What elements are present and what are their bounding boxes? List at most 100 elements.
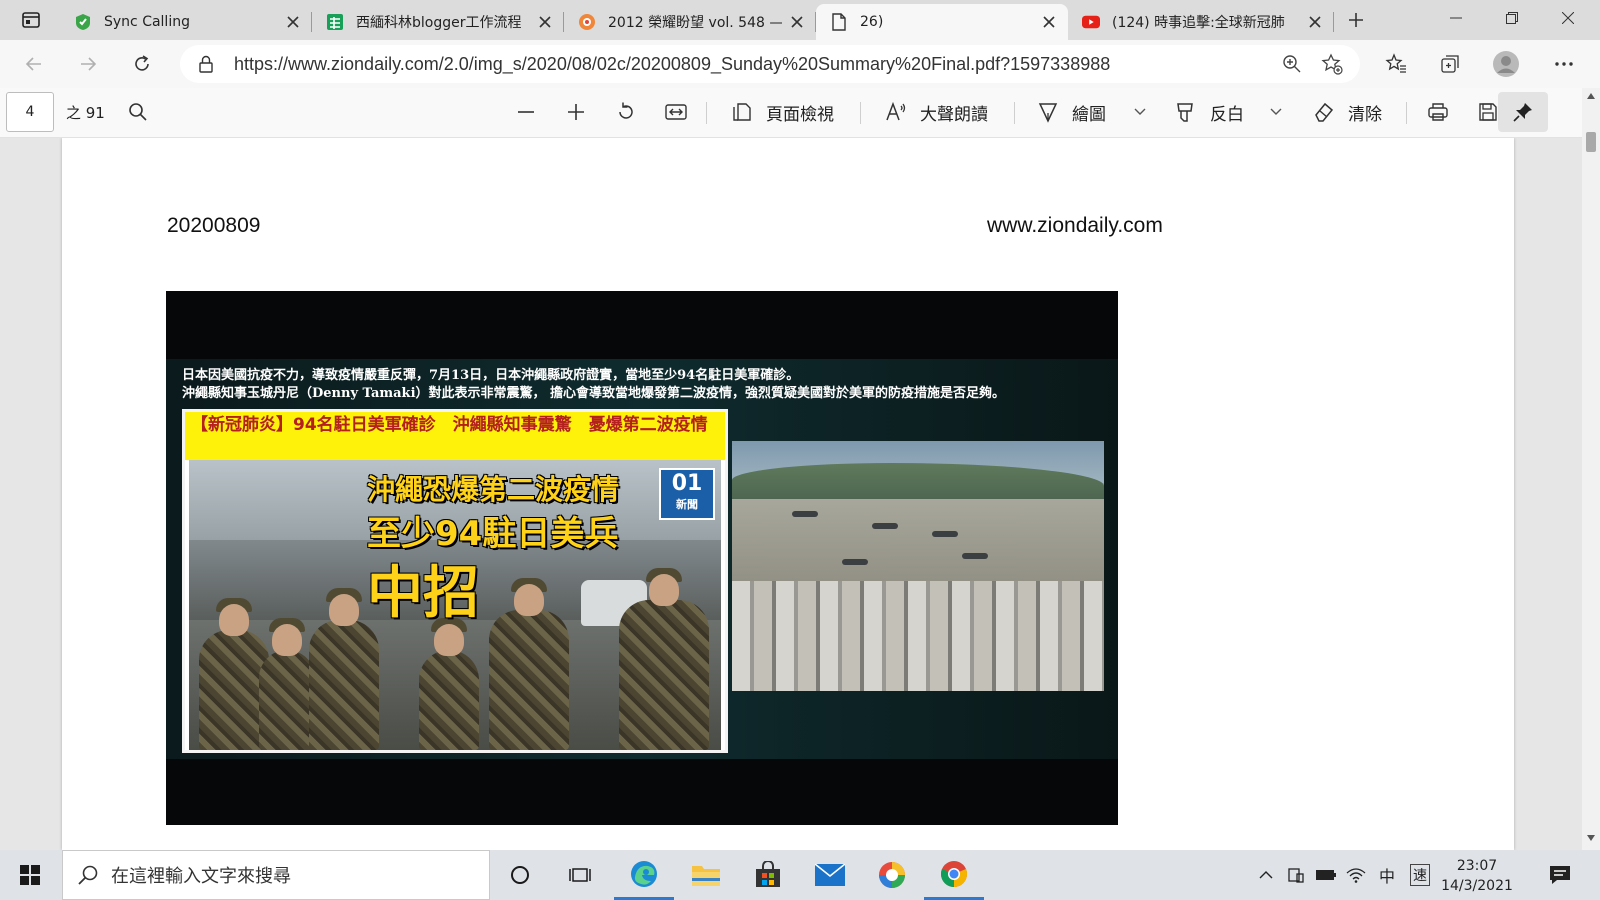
tab-sync-calling[interactable]: Sync Calling	[60, 4, 312, 40]
taskbar-search-box[interactable]: 在這裡輸入文字來搜尋	[62, 850, 490, 900]
find-button[interactable]	[124, 97, 152, 127]
tab-pdf-active[interactable]: 26)	[816, 4, 1068, 40]
zoom-out-button[interactable]	[512, 97, 540, 127]
tab-title: (124) 時事追擊:全球新冠肺	[1112, 15, 1285, 31]
restore-button[interactable]	[1484, 0, 1540, 36]
close-tab-icon[interactable]	[284, 13, 302, 31]
close-tab-icon[interactable]	[1306, 13, 1324, 31]
aircraft-shape	[962, 553, 988, 559]
zoom-button[interactable]	[1272, 48, 1312, 80]
zoom-in-button[interactable]	[562, 97, 590, 127]
action-center-button[interactable]	[1540, 850, 1580, 900]
page-view-button[interactable]: 頁面檢視	[728, 97, 834, 127]
navigation-bar: https://www.ziondaily.com/2.0/img_s/2020…	[0, 40, 1600, 88]
close-tab-icon[interactable]	[536, 13, 554, 31]
edge-browser-icon	[631, 860, 657, 887]
highlight-button[interactable]: 反白	[1172, 97, 1244, 127]
store-button[interactable]	[738, 850, 798, 900]
pdf-viewer[interactable]: 20200809 www.ziondaily.com 日本因美國抗疫不力，導致疫…	[0, 138, 1600, 850]
forward-button[interactable]	[72, 48, 104, 80]
pin-toolbar-button[interactable]	[1498, 92, 1548, 132]
print-button[interactable]	[1424, 97, 1452, 127]
minimize-button[interactable]	[1428, 0, 1484, 36]
settings-more-button[interactable]	[1548, 48, 1580, 80]
chevron-down-icon	[1126, 98, 1154, 126]
wifi-tray-icon[interactable]	[1342, 850, 1370, 900]
mail-icon	[815, 864, 845, 886]
page-number-input[interactable]: 4	[6, 92, 54, 132]
refresh-icon	[135, 55, 149, 71]
scroll-up-arrow[interactable]	[1585, 90, 1597, 102]
show-hidden-icons-button[interactable]	[1252, 850, 1280, 900]
scroll-thumb[interactable]	[1586, 132, 1596, 152]
tab-blogger-workflow[interactable]: 西緬科林blogger工作流程	[312, 4, 564, 40]
new-tab-button[interactable]	[1340, 6, 1372, 34]
close-icon	[1562, 12, 1574, 24]
tab-youtube[interactable]: (124) 時事追擊:全球新冠肺	[1068, 4, 1334, 40]
read-aloud-button[interactable]: 大聲朗讀	[882, 97, 988, 127]
logo-number: 01	[671, 471, 703, 496]
battery-tray-icon[interactable]	[1312, 850, 1340, 900]
cortana-button[interactable]	[496, 850, 544, 900]
document-icon	[830, 13, 848, 31]
lock-icon[interactable]	[196, 54, 216, 74]
erase-button[interactable]: 清除	[1310, 97, 1382, 127]
ime-language-indicator[interactable]: 中	[1374, 850, 1400, 900]
minimize-icon	[1450, 17, 1462, 19]
edge-taskbar-button[interactable]	[614, 850, 674, 900]
tab-title: 26)	[860, 14, 884, 30]
image-caption: 日本因美國抗疫不力，導致疫情嚴重反彈，7月13日，日本沖繩縣政府證實，當地至少9…	[182, 367, 1005, 403]
minus-icon	[512, 98, 540, 126]
search-icon	[78, 865, 98, 885]
folder-icon	[692, 866, 720, 886]
fit-to-width-button[interactable]	[662, 97, 690, 127]
add-favorite-button[interactable]	[1312, 48, 1352, 80]
soldier-figure	[619, 568, 709, 750]
forward-arrow-icon	[81, 57, 97, 71]
close-tab-icon[interactable]	[788, 13, 806, 31]
page-view-icon	[728, 98, 756, 126]
vertical-scrollbar[interactable]	[1582, 88, 1600, 850]
close-tab-icon[interactable]	[1040, 13, 1058, 31]
address-bar[interactable]: https://www.ziondaily.com/2.0/img_s/2020…	[180, 45, 1360, 83]
device-tray-icon[interactable]	[1282, 850, 1310, 900]
system-clock[interactable]: 23:07 14/3/2021	[1432, 856, 1522, 896]
mail-button[interactable]	[800, 850, 860, 900]
profile-button[interactable]	[1490, 48, 1522, 80]
ime-mode-indicator[interactable]: 速	[1406, 850, 1434, 900]
close-window-button[interactable]	[1540, 0, 1596, 36]
app-button[interactable]	[862, 850, 922, 900]
refresh-button[interactable]	[126, 48, 158, 80]
page-view-label: 頁面檢視	[766, 104, 834, 125]
soldier-figure	[489, 578, 569, 750]
pdf-toolbar: 4 之 91 頁面檢視 大聲朗讀 繪圖 反白 清除	[0, 88, 1600, 138]
highlight-options-dropdown[interactable]	[1262, 97, 1290, 127]
soldiers-photo: 沖繩恐爆第二波疫情 至少94駐日美兵 中招 01 新聞	[189, 460, 721, 750]
read-aloud-label: 大聲朗讀	[920, 104, 988, 125]
overlay-title-line: 中招	[367, 561, 479, 626]
url-text[interactable]: https://www.ziondaily.com/2.0/img_s/2020…	[234, 54, 1272, 75]
favorites-button[interactable]	[1380, 48, 1412, 80]
page-header-date: 20200809	[167, 214, 261, 237]
notification-icon	[1550, 866, 1570, 884]
chrome-button[interactable]	[924, 850, 984, 900]
clock-date: 14/3/2021	[1441, 878, 1513, 894]
scroll-down-arrow[interactable]	[1585, 832, 1597, 844]
highlighter-icon	[1172, 98, 1200, 126]
task-view-button[interactable]	[556, 850, 604, 900]
plus-icon	[1349, 13, 1363, 27]
tab-actions-button[interactable]	[8, 5, 54, 35]
draw-pen-icon	[1034, 98, 1062, 126]
draw-button[interactable]: 繪圖	[1034, 97, 1106, 127]
back-button[interactable]	[18, 48, 50, 80]
start-button[interactable]	[0, 850, 60, 900]
rotate-button[interactable]	[612, 97, 640, 127]
tab-glory-hope[interactable]: 2012 榮耀盼望 vol. 548 —	[564, 4, 816, 40]
draw-label: 繪圖	[1072, 104, 1106, 125]
tab-title: 西緬科林blogger工作流程	[356, 15, 522, 31]
soldier-figure	[309, 588, 379, 750]
file-explorer-button[interactable]	[676, 850, 736, 900]
collections-button[interactable]	[1434, 48, 1466, 80]
draw-options-dropdown[interactable]	[1126, 97, 1154, 127]
colorful-app-icon	[879, 862, 905, 888]
